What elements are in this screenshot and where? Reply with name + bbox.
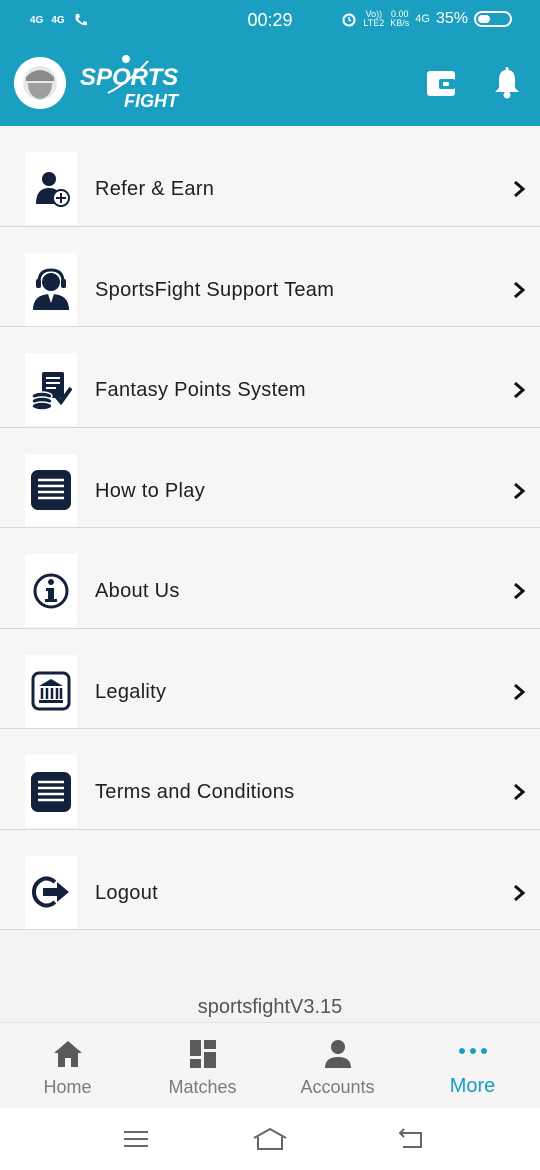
- courthouse-icon: [31, 671, 71, 711]
- alarm-icon: [342, 13, 356, 27]
- menu-item-how-to-play[interactable]: How to Play: [0, 427, 540, 528]
- chevron-right-icon: [514, 482, 526, 499]
- menu-item-label: SportsFight Support Team: [95, 278, 335, 301]
- chevron-right-icon: [514, 884, 526, 901]
- menu-item-legality[interactable]: Legality: [0, 628, 540, 729]
- chevron-right-icon: [514, 180, 526, 198]
- chevron-right-icon: [514, 381, 526, 399]
- status-bar: 4G 4G 00:29 Vo)) LTE2 0.00 KB/s 4G 35%: [0, 0, 540, 40]
- speed-indicator: 0.00 KB/s: [390, 9, 410, 28]
- status-right: Vo)) LTE2 0.00 KB/s 4G 35%: [341, 10, 512, 28]
- points-coins-icon: [31, 371, 72, 410]
- menu-icon-container: [25, 252, 77, 326]
- network-indicator-3: 4G: [415, 12, 430, 25]
- back-icon[interactable]: [396, 1126, 426, 1152]
- info-icon: [33, 573, 69, 608]
- menu-icon-container: [25, 855, 77, 929]
- avatar[interactable]: [14, 57, 66, 109]
- wallet-icon[interactable]: [426, 68, 456, 98]
- battery-percent: 35%: [435, 10, 468, 27]
- nav-accounts[interactable]: Accounts: [270, 1023, 405, 1109]
- nav-label: Home: [43, 1077, 92, 1097]
- menu-item-label: Refer & Earn: [95, 178, 215, 200]
- volte-indicator: Vo)) LTE2: [363, 9, 385, 28]
- home-icon: [53, 1041, 82, 1067]
- menu-icon-container: [25, 353, 77, 426]
- home-outline-icon[interactable]: [252, 1126, 288, 1152]
- app-version: sportsfightV3.15: [197, 996, 343, 1018]
- menu-item-refer-earn[interactable]: Refer & Earn: [0, 126, 540, 227]
- matches-grid-icon: [189, 1040, 216, 1068]
- document-lines-icon: [31, 470, 71, 510]
- menu-icon-container: [25, 755, 77, 828]
- menu-icon-container: [25, 554, 77, 627]
- bottom-nav: Home Matches Accounts More: [0, 1022, 540, 1108]
- nav-label: Matches: [168, 1077, 237, 1097]
- logout-icon: [31, 876, 69, 908]
- menu-lines-icon[interactable]: [121, 1126, 151, 1152]
- chevron-right-icon: [514, 683, 526, 700]
- svg-text:FIGHT: FIGHT: [124, 91, 180, 111]
- menu-item-support-team[interactable]: SportsFight Support Team: [0, 226, 540, 327]
- menu-icon-container: [25, 152, 77, 225]
- app-header: SPORTS FIGHT: [0, 40, 540, 126]
- nav-label: More: [449, 1075, 496, 1097]
- more-menu-list: Refer & Earn SportsFight Support Team Fa…: [0, 126, 540, 930]
- menu-item-label: Logout: [95, 881, 158, 904]
- more-dots-icon: [458, 1048, 487, 1054]
- chevron-right-icon: [514, 582, 526, 600]
- menu-item-logout[interactable]: Logout: [0, 829, 540, 930]
- menu-item-fantasy-points[interactable]: Fantasy Points System: [0, 327, 540, 428]
- chevron-right-icon: [514, 281, 526, 298]
- nav-more[interactable]: More: [405, 1023, 540, 1109]
- nav-home[interactable]: Home: [0, 1023, 135, 1109]
- chevron-right-icon: [514, 783, 526, 801]
- svg-text:SPORTS: SPORTS: [80, 64, 178, 91]
- menu-item-label: Terms and Conditions: [95, 781, 295, 803]
- sportsfight-logo: SPORTS FIGHT: [80, 55, 180, 111]
- person-icon: [324, 1040, 351, 1068]
- menu-icon-container: [25, 453, 77, 527]
- nav-matches[interactable]: Matches: [135, 1023, 270, 1109]
- system-nav-bar: [0, 1108, 540, 1170]
- menu-icon-container: [25, 654, 77, 728]
- menu-item-label: How to Play: [95, 479, 206, 502]
- menu-item-terms-conditions[interactable]: Terms and Conditions: [0, 729, 540, 830]
- nav-label: Accounts: [300, 1077, 375, 1097]
- battery-fill: [478, 15, 490, 23]
- refer-user-plus-icon: [36, 171, 70, 207]
- menu-item-label: Fantasy Points System: [95, 379, 306, 401]
- battery-icon: [474, 11, 512, 27]
- support-headset-icon: [33, 268, 69, 310]
- document-lines-icon: [31, 771, 71, 812]
- menu-item-label: About Us: [95, 580, 180, 602]
- user-avatar-icon: [14, 57, 66, 109]
- menu-item-about-us[interactable]: About Us: [0, 528, 540, 629]
- bell-icon[interactable]: [492, 67, 522, 99]
- menu-item-label: Legality: [95, 680, 167, 703]
